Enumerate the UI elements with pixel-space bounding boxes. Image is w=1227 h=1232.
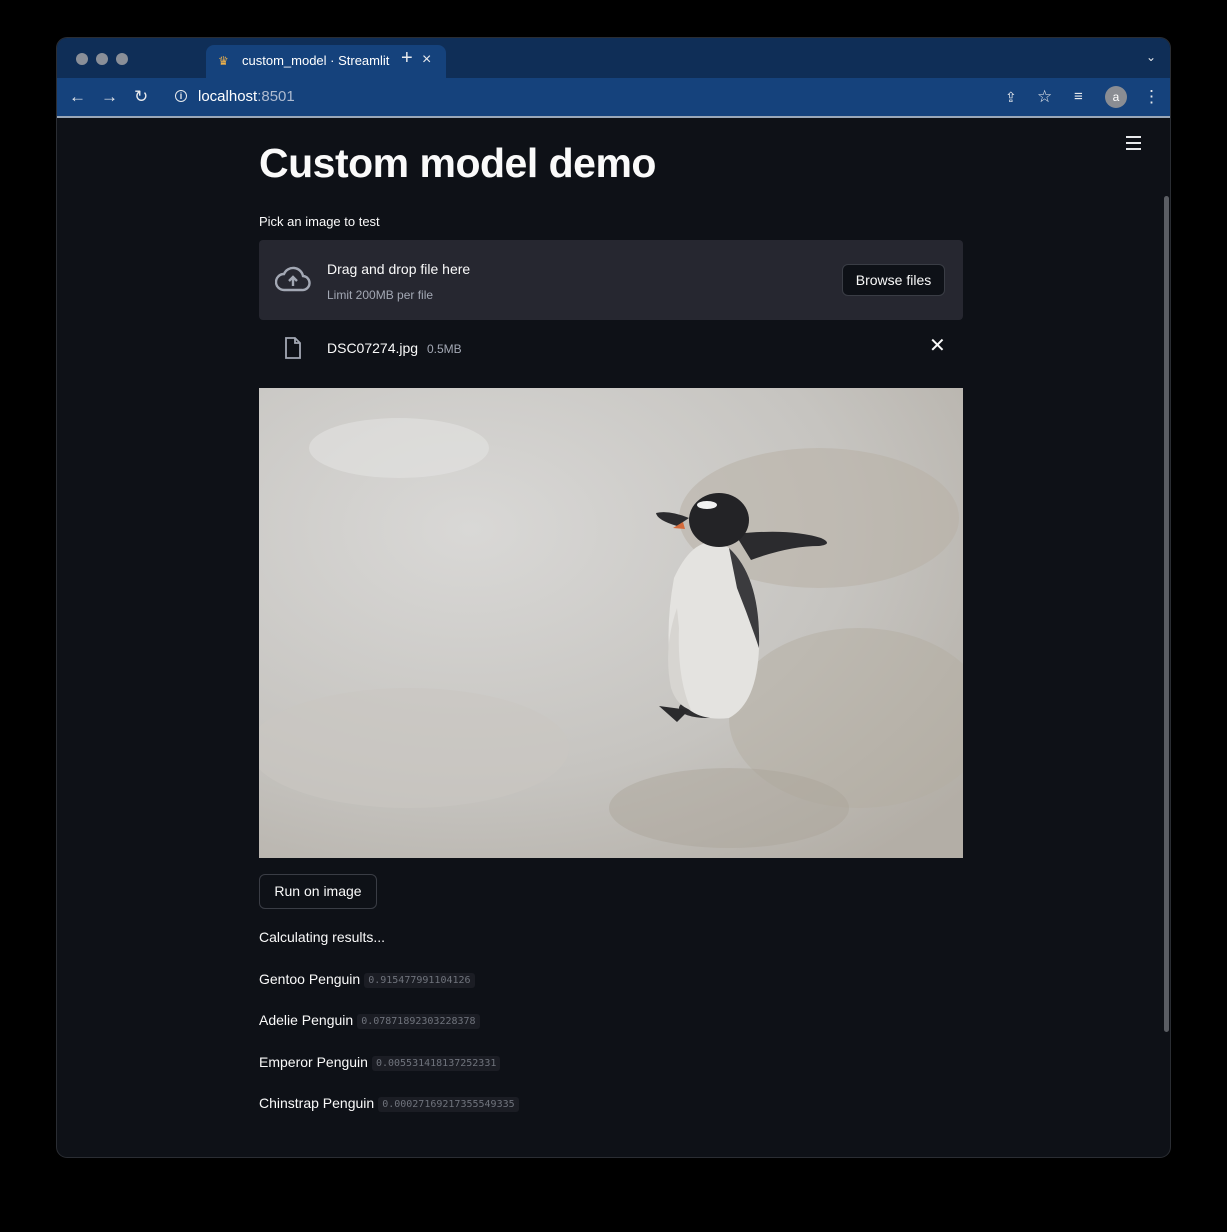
run-on-image-button[interactable]: Run on image [259,874,377,909]
page-title: Custom model demo [259,140,656,186]
back-arrow-icon[interactable]: ← [69,87,86,107]
result-item: Chinstrap Penguin 0.00027169217355549335 [259,1095,519,1112]
profile-avatar[interactable]: a [1105,86,1127,108]
result-score: 0.07871892303228378 [357,1014,480,1029]
zoom-window-icon[interactable] [116,53,128,65]
uploader-label: Pick an image to test [259,214,380,229]
remove-file-icon[interactable]: ✕ [929,336,946,356]
result-score: 0.915477991104126 [364,973,475,988]
browser-window: ♛ custom_model · Streamlit × + ⌄ ← → ↻ i… [57,38,1170,1157]
browser-toolbar: ← → ↻ i localhost:8501 ⇪ ☆ ≡ a ⋮ [57,78,1170,118]
forward-arrow-icon[interactable]: → [101,87,118,107]
new-tab-icon[interactable]: + [401,48,413,68]
tab-title: custom_model · Streamlit [242,53,390,68]
scrollbar-thumb[interactable] [1164,196,1169,1032]
reading-list-icon[interactable]: ≡ [1074,87,1083,107]
tab-strip: ♛ custom_model · Streamlit × + ⌄ [57,38,1170,78]
result-label: Chinstrap Penguin [259,1095,375,1111]
share-icon[interactable]: ⇪ [1005,87,1017,107]
reload-icon[interactable]: ↻ [134,87,148,107]
file-name: DSC07274.jpg [327,340,419,356]
file-dropzone[interactable]: Drag and drop file here Limit 200MB per … [259,240,963,320]
uploaded-file-row: DSC07274.jpg 0.5MB ✕ [259,328,963,368]
tab-search-chevron-icon[interactable]: ⌄ [1146,50,1156,64]
result-score: 0.005531418137252331 [371,1056,501,1071]
result-item: Gentoo Penguin 0.915477991104126 [259,971,475,988]
site-info-icon[interactable]: i [175,90,187,102]
uploaded-image [259,388,963,858]
url-port: :8501 [257,88,295,105]
status-text: Calculating results... [259,929,386,945]
dropzone-limit: Limit 200MB per file [327,288,434,302]
address-bar[interactable]: localhost:8501 [198,88,295,105]
result-item: Emperor Penguin 0.005531418137252331 [259,1054,501,1071]
url-host: localhost [198,88,258,105]
dropzone-title: Drag and drop file here [327,261,471,277]
result-item: Adelie Penguin 0.07871892303228378 [259,1012,480,1029]
browse-files-button[interactable]: Browse files [842,264,945,296]
app-menu-icon[interactable] [1126,136,1141,154]
close-window-icon[interactable] [76,53,88,65]
streamlit-crown-icon: ♛ [218,54,229,68]
result-label: Emperor Penguin [259,1054,368,1070]
file-icon [285,337,301,359]
bookmark-star-icon[interactable]: ☆ [1037,87,1052,107]
tab-close-icon[interactable]: × [422,51,431,69]
result-label: Gentoo Penguin [259,971,361,987]
browser-menu-icon[interactable]: ⋮ [1143,87,1160,107]
cloud-upload-icon [275,266,311,292]
minimize-window-icon[interactable] [96,53,108,65]
file-size: 0.5MB [427,342,462,356]
result-score: 0.00027169217355549335 [378,1097,519,1112]
result-label: Adelie Penguin [259,1012,354,1028]
